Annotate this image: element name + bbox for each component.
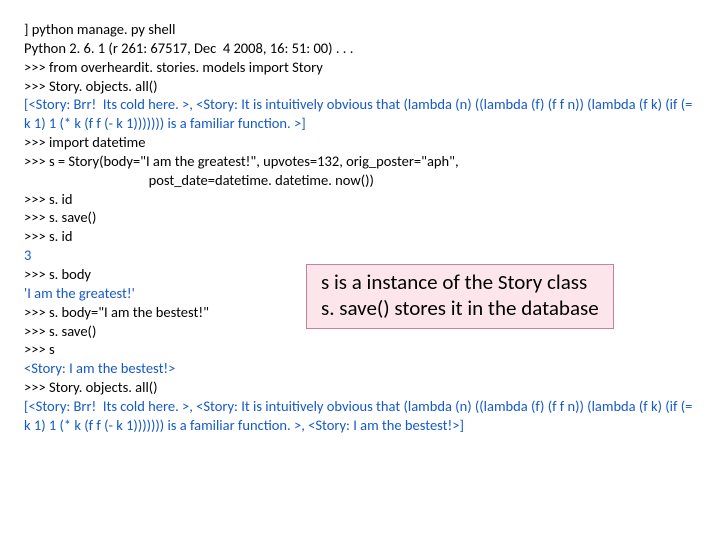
line: >>> import datetime — [24, 133, 145, 151]
line: Python 2. 6. 1 (r 261: 67517, Dec 4 2008… — [24, 39, 353, 57]
line: ] python manage. py shell — [24, 20, 175, 38]
line: >>> s. id — [24, 227, 73, 245]
annotation-callout: s is a instance of the Story class s. sa… — [306, 264, 614, 329]
output-line: 3 — [24, 246, 31, 264]
callout-line: s is a instance of the Story class — [321, 269, 599, 295]
line: >>> from overheardit. stories. models im… — [24, 58, 323, 76]
output-line: [<Story: Brr! Its cold here. >, <Story: … — [24, 397, 696, 434]
line: >>> s. id — [24, 190, 73, 208]
line: post_date=datetime. datetime. now()) — [24, 171, 374, 189]
callout-line: s. save() stores it in the database — [321, 295, 599, 321]
line: >>> s = Story(body="I am the greatest!",… — [24, 152, 459, 170]
terminal-block: ] python manage. py shell Python 2. 6. 1… — [24, 20, 696, 435]
line: >>> s. body — [24, 265, 91, 283]
output-line: [<Story: Brr! Its cold here. >, <Story: … — [24, 95, 696, 132]
line: >>> s. save() — [24, 322, 96, 340]
line: >>> Story. objects. all() — [24, 378, 158, 396]
line: >>> Story. objects. all() — [24, 77, 158, 95]
output-line: <Story: I am the bestest!> — [24, 359, 175, 377]
line: >>> s. save() — [24, 208, 96, 226]
line: >>> s. body="I am the bestest!" — [24, 303, 209, 321]
line: >>> s — [24, 340, 55, 358]
output-line: 'I am the greatest!' — [24, 284, 135, 302]
